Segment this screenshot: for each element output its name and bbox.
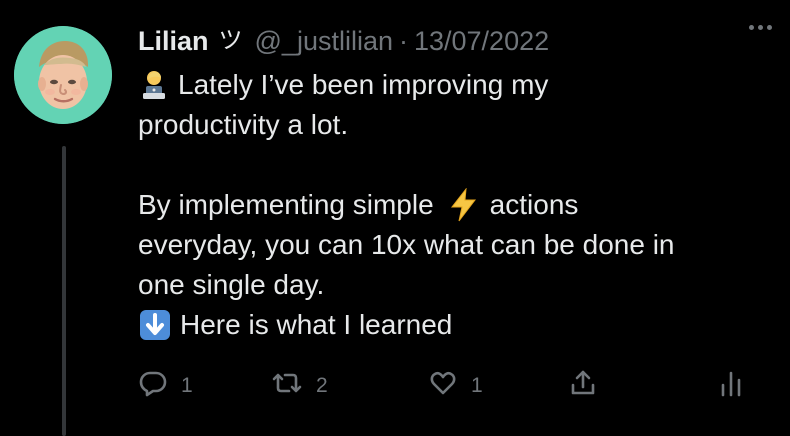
lightning-icon [448,188,478,222]
more-dot-2 [757,24,763,30]
header-separator: · [398,26,408,56]
tweet-line-2: productivity a lot. [138,105,768,145]
tweet-line-text-4a: By implementing simple [138,189,434,220]
tweet-line-text-7: Here is what I learned [180,309,453,340]
tweet-line-text-4b: actions [489,189,579,220]
like-button[interactable]: 1 [428,366,483,406]
retweet-button[interactable]: 2 [271,366,328,406]
tweet-line-text-2: productivity a lot. [138,109,349,140]
share-button[interactable] [568,366,598,406]
more-icon[interactable] [740,20,780,34]
tweet-line-text-1: Lately I’ve been improving my [178,69,549,100]
retweet-icon [271,368,303,404]
reply-icon [138,368,168,404]
analytics-button[interactable] [718,366,744,406]
avatar[interactable] [14,26,112,124]
tweet-card[interactable]: Lilian ツ @_justlilian · 13/07/2022 Latel… [0,0,790,436]
more-dot-1 [748,24,754,30]
like-icon [428,368,458,404]
reply-button[interactable]: 1 [138,366,193,406]
tweet-actions: 1 2 1 [138,366,758,406]
technologist-icon [138,69,170,101]
tweet-line-text-5: everyday, you can 10x what can be done i… [138,229,675,260]
more-dot-3 [766,24,772,30]
tweet-line-5: everyday, you can 10x what can be done i… [138,225,768,265]
retweet-count: 2 [316,374,328,397]
like-count: 1 [471,374,483,397]
tweet-date[interactable]: 13/07/2022 [414,20,549,62]
tweet-line-6: one single day. [138,265,768,305]
tweet-line-1: Lately I’ve been improving my [138,65,768,105]
tweet-header: Lilian ツ @_justlilian · 13/07/2022 [138,20,768,62]
share-icon [568,368,598,404]
tweet-line-4: By implementing simple actions [138,185,768,225]
tweet-text: Lately I’ve been improving my productivi… [138,65,768,345]
author-display-name[interactable]: Lilian [138,20,209,62]
thread-line [62,146,66,436]
tweet-line-7: Here is what I learned [138,305,768,345]
author-handle[interactable]: @_justlilian [255,20,393,62]
avatar-image [14,26,112,124]
tweet-content: Lilian ツ @_justlilian · 13/07/2022 Latel… [138,20,768,345]
reply-count: 1 [181,374,193,397]
tweet-line-text-6: one single day. [138,269,325,300]
analytics-icon [718,368,744,404]
name-emoji-icon: ツ [218,27,243,54]
down-arrow-icon [138,308,172,342]
